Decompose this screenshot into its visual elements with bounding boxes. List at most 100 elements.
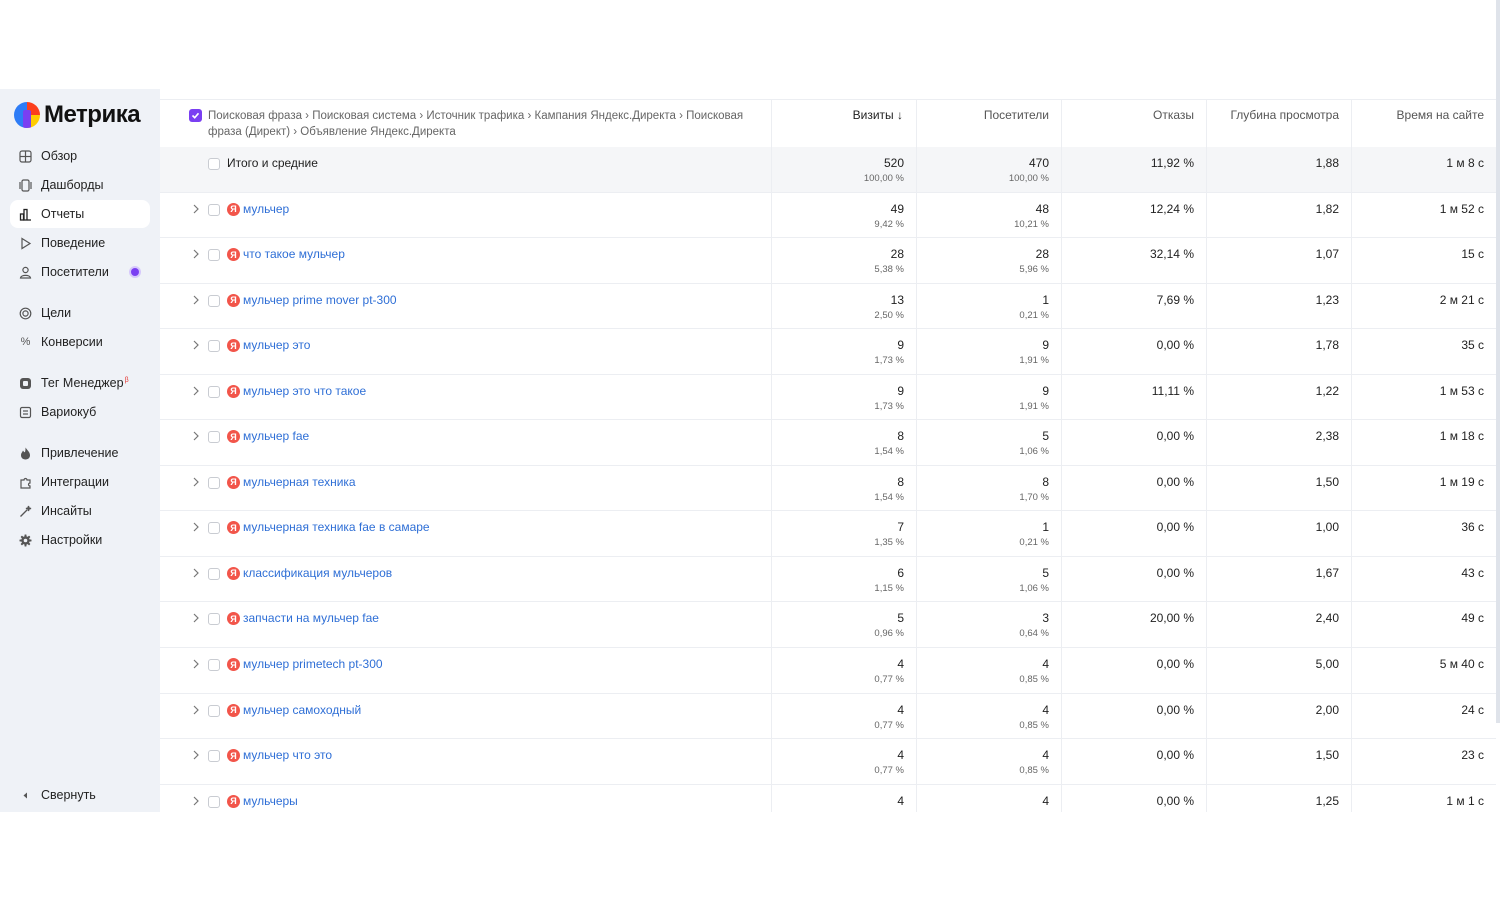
row-checkbox[interactable] — [208, 522, 220, 535]
row-checkbox[interactable] — [208, 750, 220, 763]
table-row[interactable]: Ямульчер 49 9,42 % 48 10,21 % 12,24 % 1,82 1 м … — [160, 192, 1496, 238]
table-row[interactable]: Ямульчерная техника 8 1,54 % 8 1,70 % 0,00 % 1… — [160, 465, 1496, 512]
chevron-right-icon[interactable] — [191, 385, 201, 397]
chevron-right-icon[interactable] — [191, 203, 201, 215]
search-phrase-link[interactable]: мульчерная техника — [243, 475, 356, 489]
row-checkbox[interactable] — [208, 704, 220, 717]
bounces-value: 0,00 % — [1156, 338, 1194, 353]
search-phrase-link[interactable]: мульчеры — [243, 794, 298, 808]
search-phrase-link[interactable]: мульчер что это — [243, 748, 332, 762]
sidebar-item-integrations[interactable]: Интеграции — [10, 468, 150, 496]
column-header-bounces[interactable]: Отказы — [1061, 108, 1206, 122]
table-row[interactable]: Ямульчер самоходный 4 0,77 % 4 0,85 % 0,00 % 2… — [160, 693, 1496, 740]
sidebar-item-acquisition[interactable]: Привлечение — [10, 439, 150, 467]
depth-value: 2,00 — [1315, 702, 1339, 717]
sidebar-item-goals[interactable]: Цели — [10, 299, 150, 327]
search-phrase-link[interactable]: мульчер самоходный — [243, 703, 361, 717]
sidebar-item-dashboards[interactable]: Дашборды — [10, 171, 150, 199]
time-value: 36 с — [1461, 520, 1484, 535]
table-row[interactable]: Ячто такое мульчер 28 5,38 % 28 5,96 % 32,14 … — [160, 238, 1496, 284]
depth-value: 1,88 — [1315, 156, 1339, 170]
row-checkbox[interactable] — [208, 431, 220, 444]
time-value: 1 м 52 с — [1439, 201, 1484, 216]
chevron-right-icon[interactable] — [191, 704, 201, 716]
sidebar-item-visitors[interactable]: Посетители — [10, 258, 150, 286]
table-row[interactable]: Яклассификация мульчеров 6 1,15 % 5 1,06 % 0,… — [160, 556, 1496, 603]
bounces-value: 0,00 % — [1156, 793, 1194, 808]
search-phrase-link[interactable]: мульчер это что такое — [243, 384, 366, 398]
row-checkbox[interactable] — [208, 476, 220, 489]
search-phrase-link[interactable]: что такое мульчер — [243, 247, 345, 261]
sidebar-item-label: Посетители — [41, 265, 109, 279]
row-checkbox[interactable] — [208, 613, 220, 626]
sidebar-item-conversions[interactable]: % Конверсии — [10, 328, 150, 356]
visitors-percent: 100,00 % — [1008, 173, 1049, 184]
bounces-value: 0,00 % — [1156, 565, 1194, 580]
depth-value: 1,82 — [1315, 201, 1339, 216]
chevron-right-icon[interactable] — [191, 567, 201, 579]
visits-value: 4 — [897, 657, 904, 671]
search-phrase-link[interactable]: мульчер primetech pt-300 — [243, 657, 383, 671]
table-row[interactable]: Ямульчер primetech pt-300 4 0,77 % 4 0,85 % 0… — [160, 648, 1496, 694]
table-row[interactable]: Ямульчерная техника fae в самаре 7 1,35 % 1… — [160, 511, 1496, 557]
row-checkbox[interactable] — [208, 340, 220, 353]
sidebar-item-reports[interactable]: Отчеты — [10, 200, 150, 228]
table-row[interactable]: Язапчасти на мульчер fae 5 0,96 % 3 0,64 % 20… — [160, 602, 1496, 648]
visits-percent: 1,73 % — [874, 355, 904, 367]
row-checkbox[interactable] — [208, 294, 220, 307]
chevron-right-icon[interactable] — [191, 248, 201, 260]
row-checkbox[interactable] — [208, 385, 220, 398]
column-header-time[interactable]: Время на сайте — [1351, 108, 1496, 122]
chevron-right-icon[interactable] — [191, 430, 201, 442]
row-checkbox[interactable] — [208, 249, 220, 262]
sidebar-item-overview[interactable]: Обзор — [10, 142, 150, 170]
sidebar-item-behavior[interactable]: Поведение — [10, 229, 150, 257]
table-row[interactable]: Ямульчер prime mover pt-300 13 2,50 % 1 0,21… — [160, 283, 1496, 330]
table-row[interactable]: Ямульчеры 4 4 0,00 % 1,25 1 м 1 с — [160, 784, 1496, 812]
visitors-percent: 0,64 % — [1019, 628, 1049, 640]
search-phrase-link[interactable]: классификация мульчеров — [243, 566, 392, 580]
visitors-value: 9 — [1042, 383, 1049, 398]
row-checkbox[interactable] — [208, 567, 220, 580]
dimensions-header[interactable]: Поисковая фраза › Поисковая система › Ис… — [208, 108, 768, 140]
search-phrase-link[interactable]: мульчер fae — [243, 429, 309, 443]
search-phrase-link[interactable]: мульчер это — [243, 338, 310, 352]
totals-checkbox[interactable] — [208, 158, 220, 170]
chevron-right-icon[interactable] — [191, 612, 201, 624]
collapse-sidebar-button[interactable]: Свернуть — [10, 781, 150, 809]
table-row[interactable]: Ямульчер что это 4 0,77 % 4 0,85 % 0,00 % 1,50… — [160, 739, 1496, 785]
chevron-right-icon[interactable] — [191, 339, 201, 351]
chevron-right-icon[interactable] — [191, 521, 201, 533]
variocube-icon — [19, 406, 32, 419]
select-all-checkbox[interactable] — [189, 109, 202, 122]
visitors-value: 4 — [1042, 748, 1049, 763]
vertical-scrollbar[interactable] — [1496, 0, 1500, 723]
chevron-right-icon[interactable] — [191, 749, 201, 761]
metrika-logo[interactable]: Метрика — [14, 101, 141, 129]
sidebar-item-settings[interactable]: Настройки — [10, 526, 150, 554]
visitors-percent: 0,21 % — [1019, 309, 1049, 321]
grid-icon — [19, 149, 32, 163]
table-row[interactable]: Ямульчер fae 8 1,54 % 5 1,06 % 0,00 % 2,38 1 м … — [160, 420, 1496, 466]
column-header-visitors[interactable]: Посетители — [916, 108, 1061, 122]
search-phrase-link[interactable]: мульчер prime mover pt-300 — [243, 293, 397, 307]
bounces-value: 0,00 % — [1156, 429, 1194, 444]
sidebar-item-insights[interactable]: Инсайты — [10, 497, 150, 525]
column-header-visits[interactable]: Визиты ↓ — [771, 108, 915, 122]
row-checkbox[interactable] — [208, 795, 220, 808]
column-header-depth[interactable]: Глубина просмотра — [1206, 108, 1351, 122]
row-checkbox[interactable] — [208, 659, 220, 671]
table-row[interactable]: Ямульчер это что такое 9 1,73 % 9 1,91 % 11,1… — [160, 374, 1496, 421]
chevron-right-icon[interactable] — [191, 476, 201, 488]
sidebar-item-tag-manager[interactable]: Тег Менеджерβ — [10, 369, 150, 397]
table-row[interactable]: Ямульчер это 9 1,73 % 9 1,91 % 0,00 % 1,78 35 с — [160, 329, 1496, 375]
chevron-right-icon[interactable] — [191, 795, 201, 807]
row-checkbox[interactable] — [208, 203, 220, 216]
search-phrase-link[interactable]: мульчерная техника fae в самаре — [243, 520, 430, 534]
time-value: 1 м 18 с — [1439, 429, 1484, 444]
chevron-right-icon[interactable] — [191, 658, 201, 670]
search-phrase-link[interactable]: мульчер — [243, 202, 289, 216]
sidebar-item-variocube[interactable]: Вариокуб — [10, 398, 150, 426]
search-phrase-link[interactable]: запчасти на мульчер fae — [243, 611, 379, 625]
chevron-right-icon[interactable] — [191, 294, 201, 306]
